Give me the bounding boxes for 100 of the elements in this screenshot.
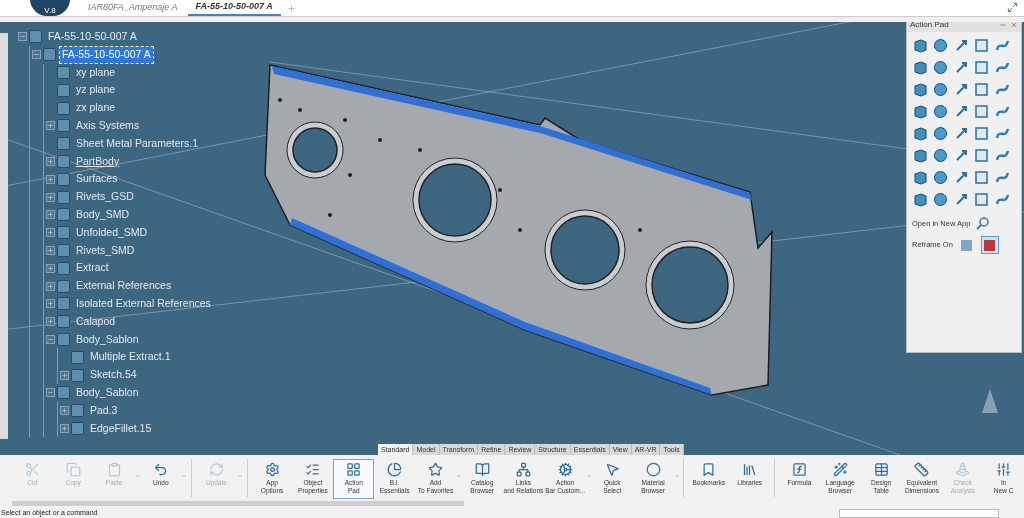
tree-node-label[interactable]: Axis Systems xyxy=(74,118,141,134)
tool-icon[interactable] xyxy=(933,82,949,97)
tree-node-label[interactable]: xy plane xyxy=(74,64,118,81)
tree-node-icon xyxy=(57,83,70,97)
collapse-icon[interactable] xyxy=(17,32,27,42)
tree-node-icon xyxy=(57,315,70,329)
tree-node-label[interactable]: zx plane xyxy=(74,100,118,116)
tool-icon[interactable] xyxy=(913,148,928,163)
tree-node-label[interactable]: PartBody xyxy=(74,153,122,170)
tree-node-icon xyxy=(57,172,70,186)
tool-icon[interactable] xyxy=(974,192,990,207)
tree-node-label[interactable]: Sheet Metal Parameters.1 xyxy=(74,135,200,152)
tool-icon[interactable] xyxy=(974,104,990,119)
expand-icon[interactable] xyxy=(45,317,55,327)
collapse-icon[interactable] xyxy=(45,388,55,398)
tree-scrollbar[interactable] xyxy=(0,33,8,439)
tree-node-label[interactable]: FA-55-10-50-007 A xyxy=(46,29,139,45)
tool-icon[interactable] xyxy=(994,38,1010,53)
tree-node-label[interactable]: Unfolded_SMD xyxy=(74,224,150,241)
tool-icon[interactable] xyxy=(933,60,949,75)
tree-node-label[interactable]: Extract xyxy=(74,260,111,277)
library-icon xyxy=(742,462,758,477)
tree-node-icon xyxy=(57,226,70,240)
tool-icon[interactable] xyxy=(933,148,949,163)
collapse-icon[interactable] xyxy=(45,334,55,344)
list-icon xyxy=(305,462,321,477)
expand-icon[interactable] xyxy=(45,281,55,291)
tree-node-icon xyxy=(57,137,70,151)
tool-icon[interactable] xyxy=(933,126,949,141)
tool-icon[interactable] xyxy=(994,104,1010,119)
tool-icon[interactable] xyxy=(913,82,928,97)
tree-node-label[interactable]: Pad.3 xyxy=(88,402,120,419)
tool-icon[interactable] xyxy=(913,104,928,119)
tree-node-icon xyxy=(57,101,70,115)
tree-node-label[interactable]: Multiple Extract.1 xyxy=(88,349,173,366)
network-icon xyxy=(515,462,531,477)
tree-node-label[interactable]: FA-55-10-50-007 A xyxy=(60,46,153,63)
tool-icon[interactable] xyxy=(913,38,928,53)
tree-node-label[interactable]: Sketch.54 xyxy=(88,367,139,383)
expand-icon[interactable] xyxy=(59,370,69,380)
tree-node-label[interactable]: EdgeFillet.15 xyxy=(88,420,154,437)
tree-node-label[interactable]: Body_Sablon xyxy=(74,331,141,348)
maximize-icon[interactable] xyxy=(1007,2,1018,13)
tool-icon[interactable] xyxy=(994,82,1010,97)
tool-icon[interactable] xyxy=(933,38,949,53)
new-tab-icon[interactable] xyxy=(286,3,296,13)
tool-icon[interactable] xyxy=(994,126,1010,141)
tool-icon[interactable] xyxy=(994,192,1010,207)
tree-node-label[interactable]: Rivets_SMD xyxy=(74,242,137,259)
tool-icon[interactable] xyxy=(913,60,928,75)
reframe-toggle[interactable] xyxy=(980,236,999,254)
tool-icon[interactable] xyxy=(974,170,990,185)
expand-icon[interactable] xyxy=(45,210,55,220)
search-icon[interactable] xyxy=(976,217,990,230)
tree-node-label[interactable]: External References xyxy=(74,278,174,294)
slider-icon xyxy=(996,462,1012,477)
tree-node-icon xyxy=(57,386,70,400)
command-input-field[interactable] xyxy=(839,508,999,518)
expand-icon[interactable] xyxy=(45,299,55,309)
function-icon xyxy=(791,462,807,477)
tool-icon[interactable] xyxy=(933,170,949,185)
tool-icon[interactable] xyxy=(974,82,990,97)
tool-icon[interactable] xyxy=(994,170,1010,185)
tree-node-icon xyxy=(71,368,84,382)
tool-icon[interactable] xyxy=(994,148,1010,163)
tool-icon[interactable] xyxy=(913,192,928,207)
tool-icon[interactable] xyxy=(933,192,949,207)
tool-icon[interactable] xyxy=(913,170,928,185)
expand-icon[interactable] xyxy=(45,192,55,202)
toolbar-scrollbar[interactable] xyxy=(12,501,464,506)
tree-node-label[interactable]: Calapod xyxy=(74,313,118,330)
3d-viewport[interactable] xyxy=(0,22,1024,455)
expand-icon[interactable] xyxy=(59,406,69,416)
expand-icon[interactable] xyxy=(59,423,69,433)
expand-icon[interactable] xyxy=(45,174,55,184)
document-tab[interactable]: IAR80FA_Ampenaje A xyxy=(80,0,186,16)
tool-icon[interactable] xyxy=(974,38,990,53)
tree-node-label[interactable]: Body_SMD xyxy=(74,207,132,223)
tree-node-icon xyxy=(57,261,70,275)
tree-node-label[interactable]: Body_Sablon xyxy=(74,384,141,401)
tree-node-icon xyxy=(57,154,70,168)
tool-icon[interactable] xyxy=(933,104,949,119)
tree-node-label[interactable]: Rivets_GSD xyxy=(74,189,136,205)
tree-node-label[interactable]: yz plane xyxy=(74,82,118,99)
tree-node-label[interactable]: Surfaces xyxy=(74,171,120,188)
expand-icon[interactable] xyxy=(45,228,55,238)
collapse-icon[interactable] xyxy=(31,50,41,60)
tool-icon[interactable] xyxy=(974,126,990,141)
tool-icon[interactable] xyxy=(994,60,1010,75)
close-icon[interactable] xyxy=(1010,22,1018,29)
tool-icon[interactable] xyxy=(974,60,990,75)
expand-icon[interactable] xyxy=(45,156,55,166)
expand-icon[interactable] xyxy=(45,121,55,131)
tree-node-label[interactable]: Isolated External References xyxy=(74,295,213,312)
tool-icon[interactable] xyxy=(913,126,928,141)
tool-icon[interactable] xyxy=(974,148,990,163)
expand-icon[interactable] xyxy=(45,245,55,255)
logo[interactable]: V.8 xyxy=(30,0,70,16)
expand-icon[interactable] xyxy=(45,263,55,273)
tree-node-icon xyxy=(57,208,70,222)
